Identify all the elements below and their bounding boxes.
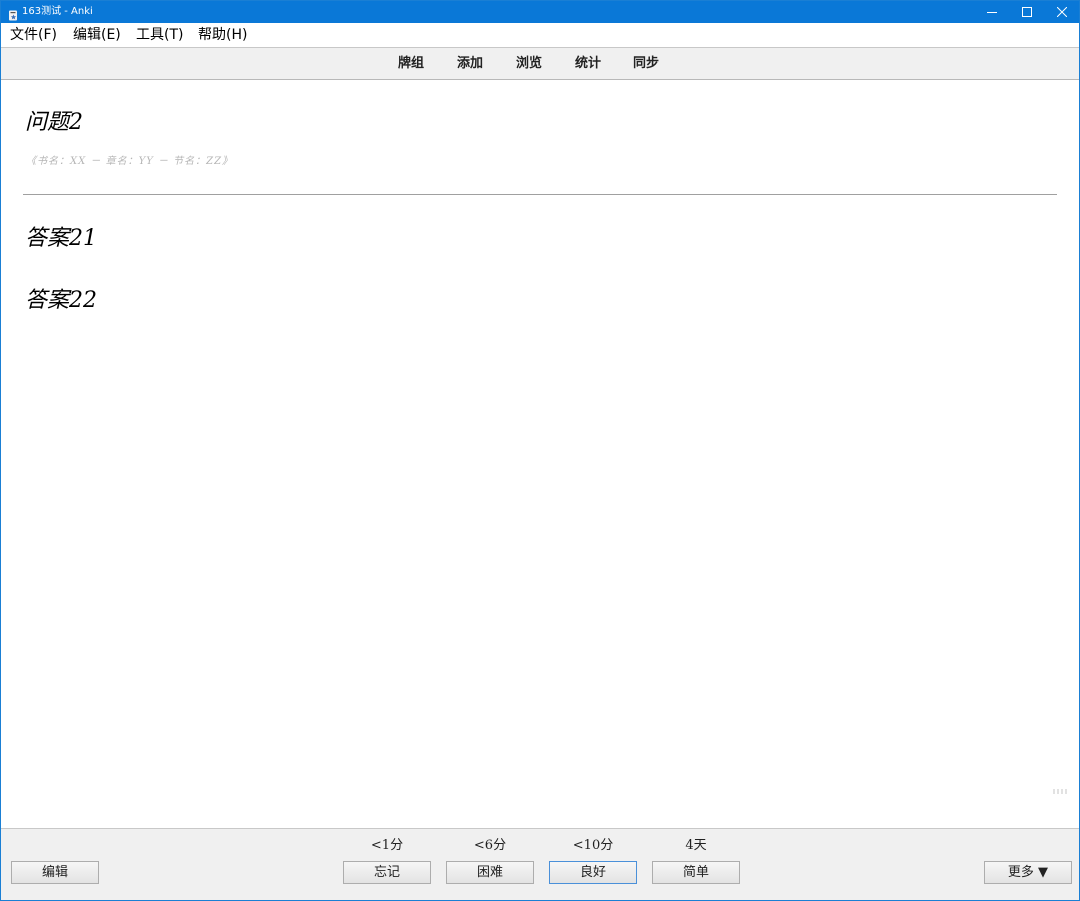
window-title: 163测试 - Anki [22, 6, 93, 17]
good-interval: <10分 [572, 838, 614, 853]
close-icon [1057, 7, 1067, 17]
again-interval: <1分 [370, 838, 404, 853]
again-button[interactable]: 忘记 [343, 861, 431, 884]
card-answer: 答案21 [25, 226, 97, 251]
close-button[interactable] [1044, 1, 1079, 23]
answer-divider [23, 194, 1057, 195]
toolbar-add-link[interactable]: 添加 [457, 56, 483, 72]
toolbar-stats-link[interactable]: 统计 [575, 56, 601, 72]
menu-help[interactable]: 帮助(H) [198, 27, 247, 44]
card-view: 问题2 《书名：XX － 章名：YY － 节名：ZZ》 答案21 答案22 [1, 80, 1079, 828]
good-button[interactable]: 良好 [549, 861, 637, 884]
resize-grip-icon[interactable] [1053, 789, 1069, 794]
toolbar-browse-link[interactable]: 浏览 [516, 56, 542, 72]
edit-button[interactable]: 编辑 [11, 861, 99, 884]
easy-button[interactable]: 简单 [652, 861, 740, 884]
menu-edit[interactable]: 编辑(E) [73, 27, 121, 44]
maximize-icon [1022, 7, 1032, 17]
title-bar[interactable]: 163测试 - Anki [1, 1, 1079, 23]
anki-icon [8, 6, 19, 21]
toolbar-decks-link[interactable]: 牌组 [398, 56, 424, 72]
menu-file[interactable]: 文件(F) [10, 27, 57, 44]
top-toolbar: 牌组 添加 浏览 统计 同步 [1, 47, 1079, 80]
card-answer: 答案22 [25, 288, 97, 313]
card-question: 问题2 [25, 110, 83, 135]
hard-interval: <6分 [473, 838, 507, 853]
minimize-icon [987, 12, 997, 13]
hard-button[interactable]: 困难 [446, 861, 534, 884]
toolbar-sync-link[interactable]: 同步 [633, 56, 659, 72]
card-source: 《书名：XX － 章名：YY － 节名：ZZ》 [26, 156, 234, 167]
maximize-button[interactable] [1009, 1, 1045, 23]
menu-tools[interactable]: 工具(T) [136, 27, 183, 44]
minimize-button[interactable] [974, 1, 1010, 23]
easy-interval: 4天 [685, 838, 707, 853]
more-button[interactable]: 更多 ▼ [984, 861, 1072, 884]
menu-bar: 文件(F) 编辑(E) 工具(T) 帮助(H) [1, 23, 1079, 47]
bottom-bar: 编辑 <1分 <6分 <10分 4天 忘记 困难 良好 简单 更多 ▼ [1, 828, 1079, 900]
anki-window: 163测试 - Anki 文件(F) 编辑(E) 工具(T) 帮助(H) 牌组 … [0, 0, 1080, 901]
